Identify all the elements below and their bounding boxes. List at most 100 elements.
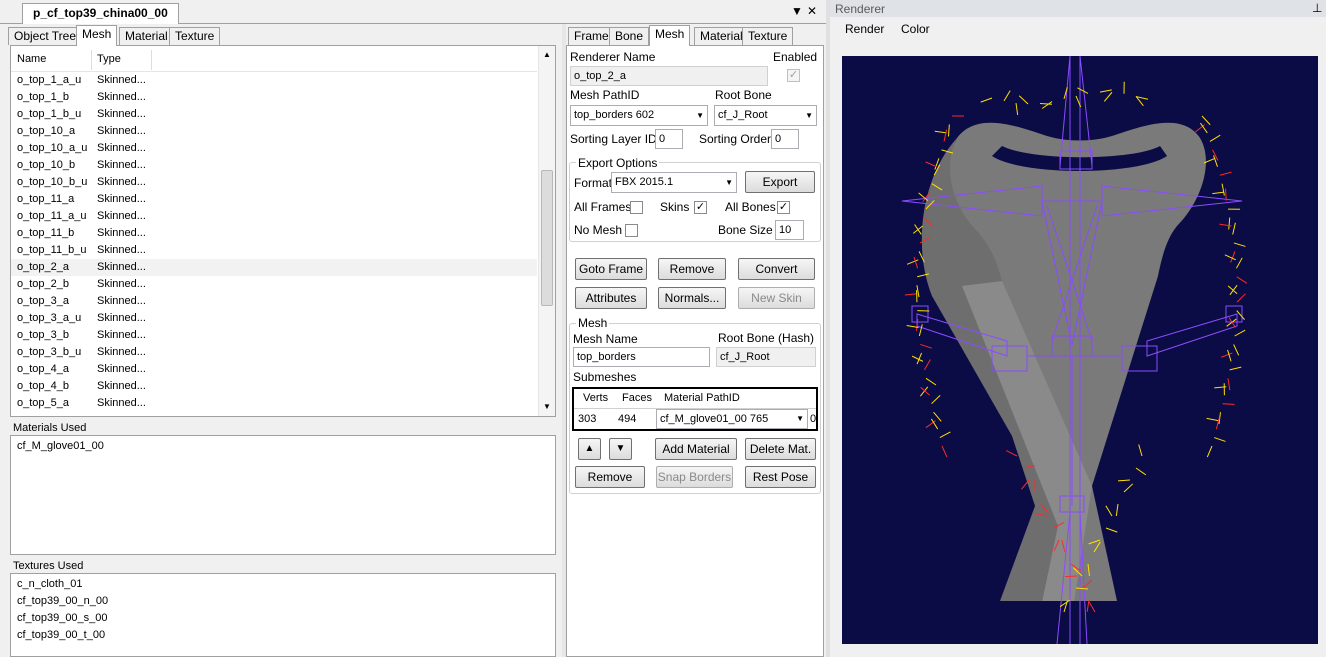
column-header-type[interactable]: Type [97, 49, 121, 69]
mesh-name-cell: o_top_3_a [17, 295, 69, 307]
all-frames-checkbox[interactable] [630, 201, 643, 214]
submesh-grid[interactable]: Verts Faces Material PathID 303 494 cf_M… [572, 387, 818, 431]
tab-mesh[interactable]: Mesh [76, 25, 118, 46]
sorting-layer-field[interactable]: 0 [655, 129, 683, 149]
list-item[interactable]: c_n_cloth_01 [17, 578, 82, 590]
table-row[interactable]: o_top_10_b_u Skinned... [11, 174, 537, 191]
table-row[interactable]: o_top_4_a Skinned... [11, 361, 537, 378]
renderer-titlebar [830, 0, 1326, 17]
renderer-name-field[interactable]: o_top_2_a [570, 66, 768, 86]
table-row[interactable]: o_top_10_b Skinned... [11, 157, 537, 174]
convert-button[interactable]: Convert [738, 258, 815, 280]
format-value: FBX 2015.1 [615, 176, 674, 188]
tab-mesh-editor[interactable]: Mesh [649, 25, 691, 46]
table-row[interactable]: o_top_11_b Skinned... [11, 225, 537, 242]
new-skin-button[interactable]: New Skin [738, 287, 815, 309]
mesh-name-cell: o_top_4_b [17, 380, 69, 392]
materials-used-list[interactable]: cf_M_glove01_00 [10, 435, 556, 555]
sorting-order-field[interactable]: 0 [771, 129, 799, 149]
mesh-type-cell: Skinned... [97, 295, 146, 307]
mesh-name-cell: o_top_11_b_u [17, 244, 87, 256]
no-mesh-checkbox[interactable] [625, 224, 638, 237]
bone-size-field[interactable]: 10 [775, 220, 804, 240]
tab-material-editor[interactable]: Material [694, 27, 749, 45]
render-viewport[interactable] [842, 55, 1318, 645]
table-row[interactable]: o_top_1_b_u Skinned... [11, 106, 537, 123]
table-row[interactable]: o_top_5_a Skinned... [11, 395, 537, 412]
submesh-extra[interactable]: 0 [810, 413, 816, 425]
tab-object-tree[interactable]: Object Tree [8, 27, 83, 45]
table-row[interactable]: o_top_1_b Skinned... [11, 89, 537, 106]
attributes-button[interactable]: Attributes [575, 287, 647, 309]
table-row[interactable]: o_top_4_b Skinned... [11, 378, 537, 395]
scroll-up-icon[interactable]: ▲ [543, 50, 551, 59]
mesh-type-cell: Skinned... [97, 397, 146, 409]
skins-checkbox[interactable]: ✓ [694, 201, 707, 214]
all-bones-checkbox[interactable]: ✓ [777, 201, 790, 214]
root-bone-hash-field[interactable]: cf_J_Root [716, 347, 816, 367]
mesh-type-cell: Skinned... [97, 244, 146, 256]
table-row[interactable]: o_top_10_a_u Skinned... [11, 140, 537, 157]
remove-button[interactable]: Remove [658, 258, 726, 280]
mesh-name-label: Mesh Name [573, 332, 638, 346]
submesh-verts[interactable]: 303 [578, 413, 596, 425]
mesh-type-cell: Skinned... [97, 91, 146, 103]
table-row[interactable]: o_top_2_b Skinned... [11, 276, 537, 293]
tab-bone[interactable]: Bone [609, 27, 650, 45]
table-row[interactable]: o_top_3_a Skinned... [11, 293, 537, 310]
tab-texture-editor[interactable]: Texture [742, 27, 794, 45]
table-row[interactable]: o_top_2_a Skinned... [11, 259, 537, 276]
add-material-button[interactable]: Add Material [655, 438, 737, 460]
document-close-icon[interactable]: ✕ [805, 4, 819, 18]
export-button[interactable]: Export [745, 171, 815, 193]
normals-button[interactable]: Normals... [658, 287, 726, 309]
delete-material-button[interactable]: Delete Mat. [745, 438, 816, 460]
tab-frame[interactable]: Frame [568, 27, 615, 45]
textures-used-label: Textures Used [13, 560, 84, 572]
list-item[interactable]: cf_top39_00_t_00 [17, 629, 105, 641]
table-row[interactable]: o_top_3_a_u Skinned... [11, 310, 537, 327]
submesh-faces[interactable]: 494 [618, 413, 636, 425]
format-dropdown[interactable]: FBX 2015.1 ▼ [611, 172, 737, 193]
rest-pose-button[interactable]: Rest Pose [745, 466, 816, 488]
tab-texture[interactable]: Texture [169, 27, 221, 45]
mesh-type-cell: Skinned... [97, 346, 146, 358]
snap-borders-button[interactable]: Snap Borders [656, 466, 733, 488]
mesh-pathid-dropdown[interactable]: top_borders 602 ▼ [570, 105, 708, 126]
move-up-button[interactable]: ▲ [578, 438, 601, 460]
editor-tabs: Frame Bone Mesh Material Texture [566, 25, 826, 46]
chevron-down-icon: ▼ [725, 178, 733, 187]
goto-frame-button[interactable]: Goto Frame [575, 258, 647, 280]
table-row[interactable]: o_top_3_b Skinned... [11, 327, 537, 344]
enabled-checkbox[interactable]: ✓ [787, 69, 800, 82]
list-item[interactable]: cf_top39_00_n_00 [17, 595, 108, 607]
table-row[interactable]: o_top_11_a_u Skinned... [11, 208, 537, 225]
root-bone-dropdown[interactable]: cf_J_Root ▼ [714, 105, 817, 126]
submesh-material-dropdown[interactable]: cf_M_glove01_00 765 ▼ [656, 409, 808, 429]
list-item[interactable]: cf_M_glove01_00 [17, 440, 104, 452]
scrollbar-thumb[interactable] [541, 170, 553, 306]
menu-color[interactable]: Color [901, 22, 930, 36]
mesh-name-field[interactable]: top_borders [573, 347, 710, 367]
mesh-type-cell: Skinned... [97, 363, 146, 375]
remove-submesh-button[interactable]: Remove [575, 466, 645, 488]
table-row[interactable]: o_top_10_a Skinned... [11, 123, 537, 140]
table-row[interactable]: o_top_11_a Skinned... [11, 191, 537, 208]
scroll-down-icon[interactable]: ▼ [543, 402, 551, 411]
tab-material[interactable]: Material [119, 27, 174, 45]
column-header-name[interactable]: Name [17, 49, 46, 69]
enabled-label: Enabled [773, 50, 818, 64]
mesh-list[interactable]: Name Type o_top_1_a_u Skinned... o_top_1_b… [10, 45, 556, 417]
document-menu-icon[interactable]: ▼ [790, 4, 804, 18]
pin-icon[interactable]: ⊥ [1312, 1, 1322, 15]
list-item[interactable]: cf_top39_00_s_00 [17, 612, 108, 624]
textures-used-list[interactable]: c_n_cloth_01 cf_top39_00_n_00 cf_top39_0… [10, 573, 556, 657]
chevron-down-icon: ▼ [696, 111, 704, 120]
table-row[interactable]: o_top_1_a_u Skinned... [11, 72, 537, 89]
table-row[interactable]: o_top_11_b_u Skinned... [11, 242, 537, 259]
menu-render[interactable]: Render [845, 22, 884, 36]
move-down-button[interactable]: ▼ [609, 438, 632, 460]
document-tab[interactable]: p_cf_top39_china00_00 [22, 3, 179, 24]
table-row[interactable]: o_top_3_b_u Skinned... [11, 344, 537, 361]
mesh-list-scrollbar[interactable]: ▲ ▼ [538, 46, 555, 416]
